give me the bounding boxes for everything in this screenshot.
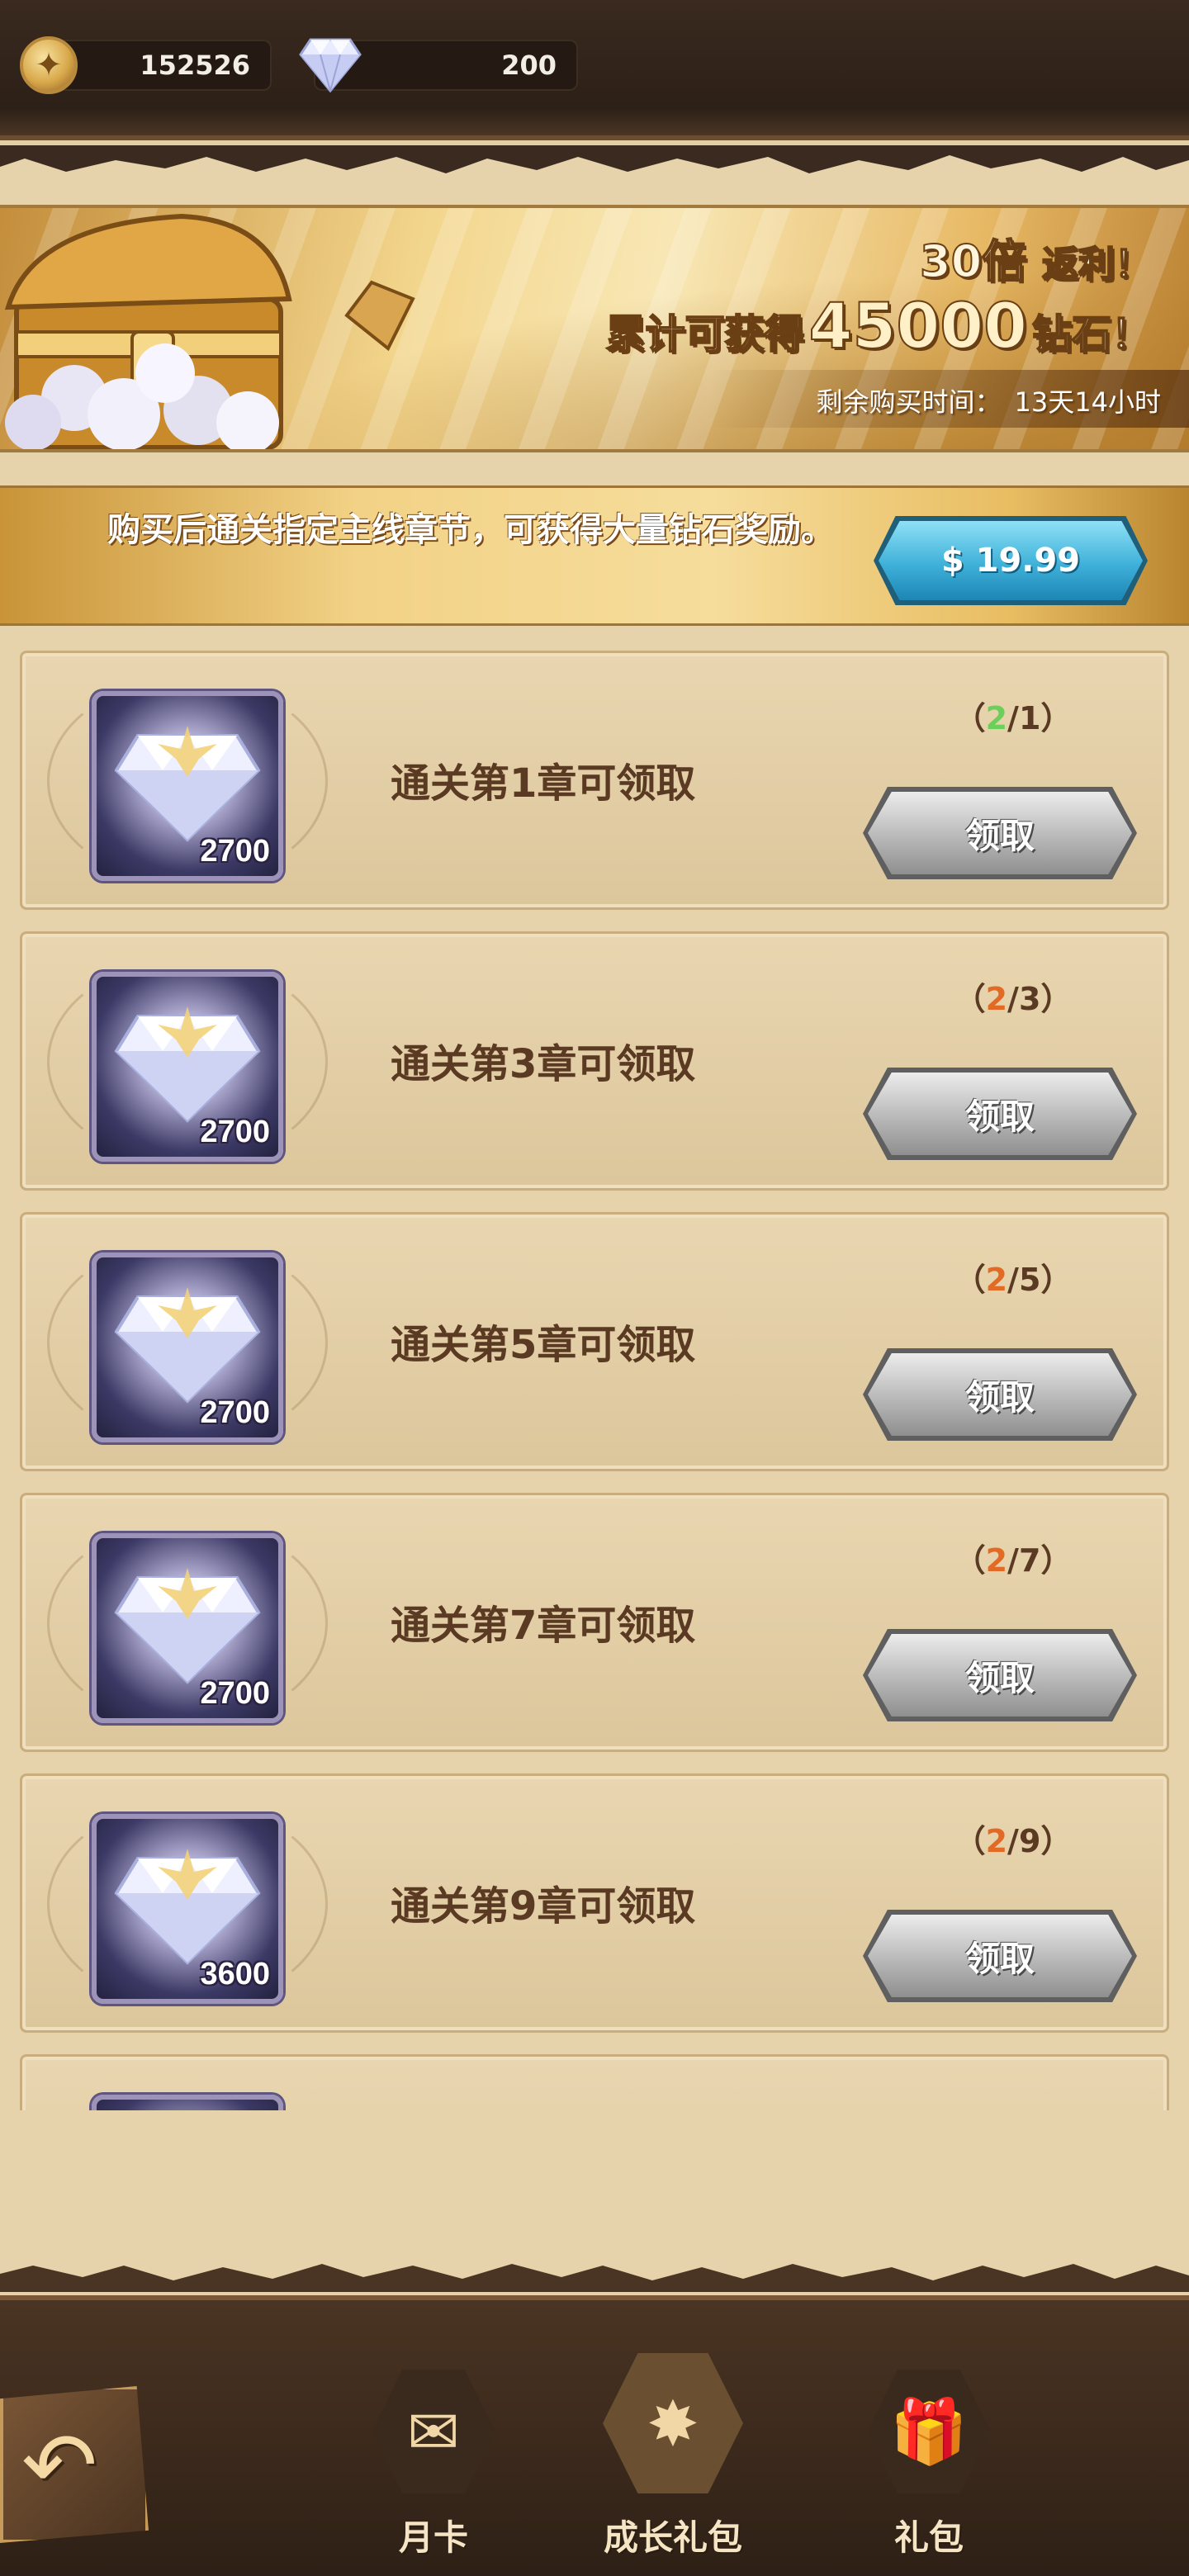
claim-button[interactable]: 领取 [868, 1634, 1132, 1717]
diamond-icon [299, 38, 362, 92]
progress-current: 2 [985, 700, 1008, 736]
gem-reward-card: 2700 [92, 1252, 283, 1442]
reward-row: 2700 通关第3章可领取 （2/3） 领取 [20, 931, 1169, 1191]
cumulative-prefix: 累计可获得 [605, 310, 805, 358]
claim-button[interactable]: 领取 [868, 792, 1132, 874]
back-button[interactable]: ↶ [0, 2386, 149, 2543]
reward-row-partial [20, 2054, 1169, 2110]
star-bag-icon: ✸ [603, 2353, 743, 2493]
buy-button[interactable]: $ 19.99 [879, 521, 1143, 600]
gem-reward-card: 2700 [92, 691, 283, 881]
gem-reward-amount: 2700 [200, 834, 270, 869]
reward-progress: （2/9） [954, 1823, 1073, 1859]
remaining-time: 剩余购买时间： 13天14小时 [817, 381, 1161, 419]
cumulative-amount: 45000 [808, 288, 1028, 363]
tab-label: 礼包 [893, 2517, 964, 2558]
diamond-icon [114, 726, 261, 842]
letter-icon: ✉ [372, 2370, 495, 2493]
growth-pack-panel: 30倍 返利！ 累计可获得 45000 钻石！ 剩余购买时间： 13天14小时 … [0, 145, 1189, 2300]
promo-banner: 30倍 返利！ 累计可获得 45000 钻石！ 剩余购买时间： 13天14小时 [0, 205, 1189, 452]
gift-box-icon: 🎁 [867, 2370, 991, 2493]
purchase-description: 购买后通关指定主线章节，可获得大量钻石奖励。 [107, 511, 834, 549]
torn-paper-edge-bottom [0, 2264, 1189, 2292]
diamond-icon [114, 1006, 261, 1123]
diamond-icon [114, 1568, 261, 1684]
progress-required: 7 [1018, 1542, 1041, 1579]
claim-button[interactable]: 领取 [868, 1073, 1132, 1155]
torn-paper-edge [0, 145, 1189, 173]
reward-condition: 通关第9章可领取 [391, 1883, 696, 1930]
tab-growth-pack[interactable]: ✸ 成长礼包 [578, 2353, 760, 2568]
gem-reward-amount: 3600 [200, 1957, 270, 1991]
gold-coin-icon: ✦ [20, 36, 78, 94]
progress-required: 5 [1018, 1262, 1041, 1298]
gem-reward-card: 3600 [92, 1814, 283, 2004]
rebate-text: 返利！ [1041, 243, 1152, 286]
diamond-icon [114, 1287, 261, 1404]
gem-reward-card [92, 2095, 283, 2110]
timer-label: 剩余购买时间： [816, 386, 1002, 418]
gold-amount: 152526 [140, 50, 250, 81]
gem-amount: 200 [501, 50, 557, 81]
claim-button[interactable]: 领取 [868, 1915, 1132, 1997]
progress-current: 2 [985, 981, 1008, 1017]
progress-required: 9 [1018, 1823, 1041, 1859]
gem-reward-card: 2700 [92, 972, 283, 1162]
gem-reward-card: 2700 [92, 1533, 283, 1723]
progress-current: 2 [985, 1542, 1008, 1579]
gem-reward-amount: 2700 [200, 1676, 270, 1711]
progress-required: 1 [1018, 700, 1041, 736]
reward-progress: （2/1） [954, 700, 1073, 736]
reward-progress: （2/5） [954, 1262, 1073, 1298]
reward-row: 2700 通关第7章可领取 （2/7） 领取 [20, 1493, 1169, 1752]
reward-condition: 通关第7章可领取 [391, 1603, 696, 1649]
cumulative-headline: 累计可获得 45000 钻石！ [605, 288, 1152, 363]
reward-row: 3600 通关第9章可领取 （2/9） 领取 [20, 1773, 1169, 2033]
claim-button[interactable]: 领取 [868, 1353, 1132, 1436]
reward-condition: 通关第5章可领取 [391, 1322, 696, 1368]
reward-row: 2700 通关第1章可领取 （2/1） 领取 [20, 651, 1169, 910]
purchase-strip: 购买后通关指定主线章节，可获得大量钻石奖励。 $ 19.99 [0, 485, 1189, 626]
tab-label: 月卡 [398, 2517, 468, 2558]
progress-required: 3 [1018, 981, 1041, 1017]
resource-bar: 152526 ✦ 200 [0, 0, 1189, 140]
reward-progress: （2/3） [954, 981, 1073, 1017]
diamond-icon [114, 1849, 261, 1965]
multiplier-text: 30倍 [919, 234, 1027, 288]
gem-reward-amount: 2700 [200, 1395, 270, 1430]
cumulative-suffix: 钻石！ [1031, 310, 1152, 358]
reward-progress: （2/7） [954, 1542, 1073, 1579]
timer-value: 13天14小时 [1014, 386, 1161, 418]
progress-current: 2 [985, 1823, 1008, 1859]
reward-condition: 通关第3章可领取 [391, 1041, 696, 1087]
rebate-headline: 30倍 返利！ [919, 225, 1152, 290]
tab-gift-pack[interactable]: 🎁 礼包 [834, 2370, 1016, 2568]
reward-list[interactable]: 2700 通关第1章可领取 （2/1） 领取 2700 通关第3章可领取 （2/3） 领取 27… [20, 651, 1169, 2110]
treasure-chest-icon [4, 213, 415, 449]
progress-current: 2 [985, 1262, 1008, 1298]
back-arrow-icon: ↶ [21, 2413, 98, 2518]
tab-monthly-card[interactable]: ✉ 月卡 [339, 2370, 520, 2568]
tab-label: 成长礼包 [603, 2517, 742, 2558]
gem-reward-amount: 2700 [200, 1115, 270, 1149]
reward-row: 2700 通关第5章可领取 （2/5） 领取 [20, 1212, 1169, 1471]
reward-condition: 通关第1章可领取 [391, 760, 696, 807]
